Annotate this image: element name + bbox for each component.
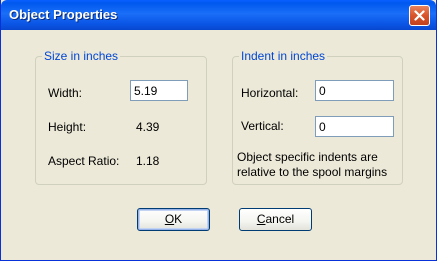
ok-button[interactable]: OK [137, 208, 210, 231]
ok-label-rest: K [174, 212, 183, 226]
width-label: Width: [48, 86, 83, 100]
indent-group-legend: Indent in inches [241, 49, 326, 63]
title-bar[interactable]: Object Properties [1, 0, 436, 30]
size-group-legend: Size in inches [44, 49, 119, 63]
vertical-label: Vertical: [241, 119, 284, 133]
cancel-label-rest: ancel [265, 212, 295, 226]
close-icon [414, 10, 425, 21]
height-value: 4.39 [136, 120, 160, 134]
ok-mnemonic: O [164, 212, 175, 226]
vertical-indent-input[interactable] [315, 116, 394, 137]
dialog-title: Object Properties [9, 7, 118, 22]
aspect-ratio-value: 1.18 [136, 154, 160, 168]
aspect-ratio-label: Aspect Ratio: [48, 154, 120, 168]
height-label: Height: [48, 120, 87, 134]
cancel-button[interactable]: Cancel [239, 208, 312, 231]
close-button[interactable] [409, 5, 430, 26]
horizontal-label: Horizontal: [241, 86, 299, 100]
object-properties-dialog: Object Properties Size in inches Width: … [0, 0, 437, 261]
horizontal-indent-input[interactable] [315, 80, 394, 101]
indent-note-line-2: relative to the spool margins [237, 165, 388, 179]
indent-note-line-1: Object specific indents are [237, 150, 378, 164]
dialog-body: Size in inches Width: Height: 4.39 Aspec… [4, 30, 433, 257]
width-input[interactable] [130, 80, 188, 101]
